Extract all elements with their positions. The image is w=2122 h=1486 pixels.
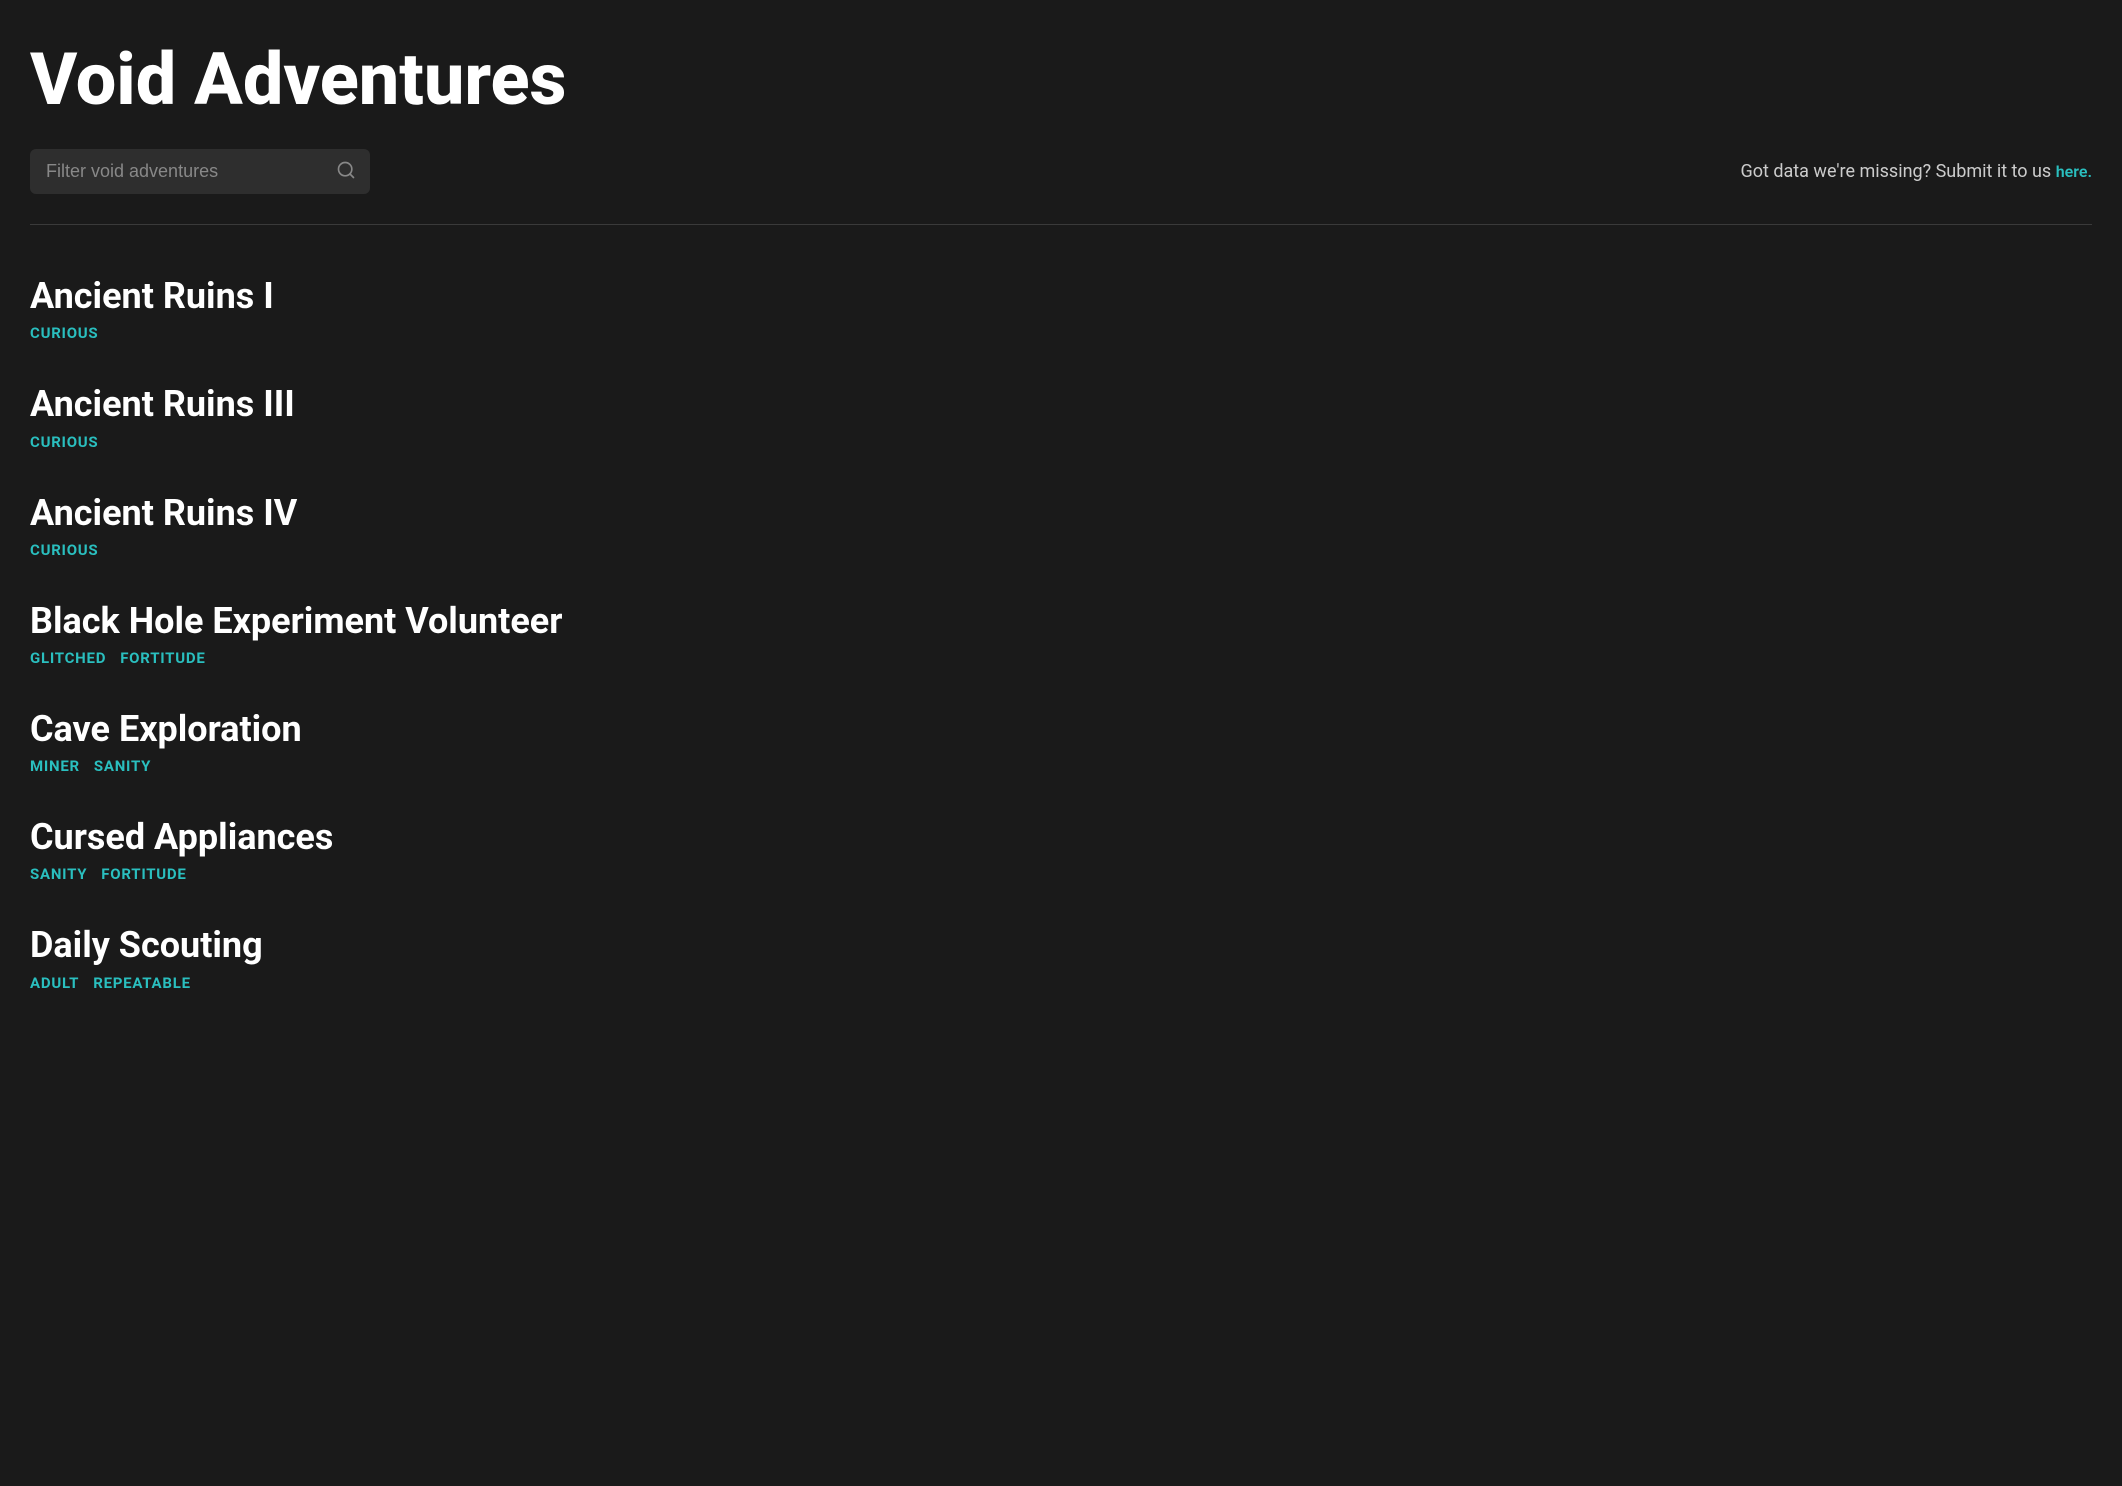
list-item[interactable]: Black Hole Experiment Volunteer GLITCHED F… <box>30 580 2092 688</box>
list-item[interactable]: Ancient Ruins III CURIOUS <box>30 363 2092 471</box>
list-item[interactable]: Cave Exploration MINER SANITY <box>30 688 2092 796</box>
adventure-name: Cursed Appliances <box>30 816 2092 859</box>
search-wrapper <box>30 149 370 194</box>
adventure-tags: MINER SANITY <box>30 757 2092 775</box>
list-item[interactable]: Ancient Ruins IV CURIOUS <box>30 472 2092 580</box>
adventure-name: Daily Scouting <box>30 924 2092 967</box>
list-item[interactable]: Daily Scouting ADULT REPEATABLE <box>30 904 2092 1012</box>
adventure-tags: CURIOUS <box>30 433 2092 451</box>
section-divider <box>30 224 2092 225</box>
adventure-tag: MINER <box>30 757 80 775</box>
adventure-tag: ADULT <box>30 974 79 992</box>
adventure-tag: FORTITUDE <box>120 649 205 667</box>
adventure-tags: SANITY FORTITUDE <box>30 865 2092 883</box>
adventure-tag: GLITCHED <box>30 649 106 667</box>
search-input[interactable] <box>30 149 370 194</box>
adventure-tags: CURIOUS <box>30 324 2092 342</box>
submit-data-text: Got data we're missing? Submit it to us … <box>1740 161 2092 182</box>
adventure-name: Ancient Ruins I <box>30 275 2092 318</box>
adventure-name: Cave Exploration <box>30 708 2092 751</box>
adventure-name: Black Hole Experiment Volunteer <box>30 600 2092 643</box>
adventure-tag: CURIOUS <box>30 433 98 451</box>
adventure-tags: CURIOUS <box>30 541 2092 559</box>
adventure-tags: GLITCHED FORTITUDE <box>30 649 2092 667</box>
adventure-tag: FORTITUDE <box>101 865 186 883</box>
adventure-tag: CURIOUS <box>30 324 98 342</box>
adventure-tag: SANITY <box>30 865 87 883</box>
adventure-list: Ancient Ruins I CURIOUS Ancient Ruins III C… <box>30 255 2092 1012</box>
adventure-tag: CURIOUS <box>30 541 98 559</box>
adventure-name: Ancient Ruins IV <box>30 492 2092 535</box>
list-item[interactable]: Ancient Ruins I CURIOUS <box>30 255 2092 363</box>
submit-link[interactable]: here. <box>2056 162 2092 181</box>
page-title: Void Adventures <box>30 40 2092 119</box>
adventure-name: Ancient Ruins III <box>30 383 2092 426</box>
search-bar-row: Got data we're missing? Submit it to us … <box>30 149 2092 194</box>
adventure-tag: REPEATABLE <box>93 974 191 992</box>
adventure-tags: ADULT REPEATABLE <box>30 974 2092 992</box>
list-item[interactable]: Cursed Appliances SANITY FORTITUDE <box>30 796 2092 904</box>
adventure-tag: SANITY <box>94 757 151 775</box>
submit-text-label: Got data we're missing? Submit it to us <box>1740 161 2055 182</box>
